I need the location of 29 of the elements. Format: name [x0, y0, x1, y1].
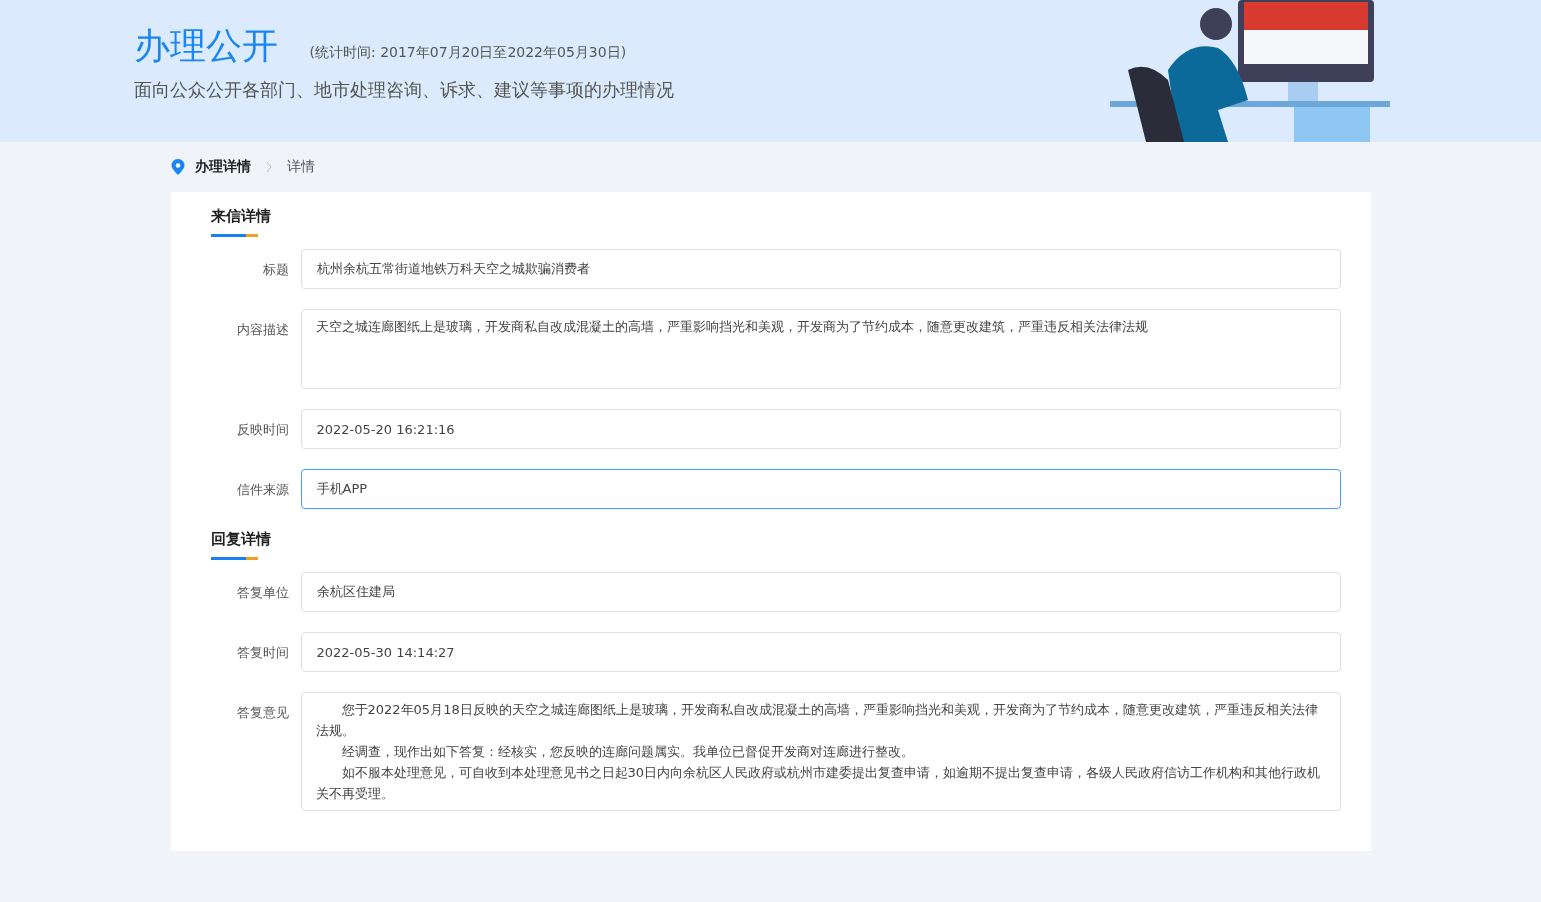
text-area[interactable] [300, 692, 1341, 811]
field-label: 答复单位 [235, 584, 290, 602]
paragraph: 如不服本处理意见，可自收到本处理意见书之日起30日内向余杭区人民政府或杭州市建委提出复查申请，如逾期不提出复查申请，各级人民政府信访工作机构和其他行政机关不再受理。 [315, 764, 1322, 803]
breadcrumb-item[interactable]: 办理详情 [194, 158, 251, 176]
section-underline [210, 234, 258, 237]
field-label: 答复意见 [235, 704, 290, 722]
text-field[interactable]: 手机APP [300, 469, 1341, 509]
field-label: 反映时间 [235, 421, 290, 439]
page-title: 办理公开 [133, 24, 278, 68]
page-subtitle: 面向公众公开各部门、地市处理咨询、诉求、建议等事项的办理情况 [133, 78, 674, 102]
text-field[interactable]: 杭州余杭五常街道地铁万科天空之城欺骗消费者 [300, 249, 1341, 289]
chevron-right-icon [264, 161, 273, 173]
text-area[interactable]: 天空之城连廊图纸上是玻璃，开发商私自改成混凝土的高墙，严重影响挡光和美观，开发商为了节约成本，随意更改建筑，严重违反相关法律法规 [300, 309, 1341, 389]
breadcrumb-item[interactable]: 详情 [286, 158, 315, 176]
section-underline [210, 557, 258, 560]
location-pin-icon [170, 159, 185, 175]
field-label: 内容描述 [235, 321, 290, 339]
paragraph: 您于2022年05月18日反映的天空之城连廊图纸上是玻璃，开发商私自改成混凝土的高墙，严重影响挡光和美观，开发商为了节约成本，随意更改建筑，严重违反相关法律法规。 [315, 701, 1319, 740]
paragraph: 经调查，现作出如下答复：经核实，您反映的连廊问题属实。我单位已督促开发商对连廊进行整改。 [340, 743, 915, 761]
text-field[interactable]: 余杭区住建局 [300, 572, 1341, 612]
section-title: 回复详情 [210, 530, 271, 550]
field-label: 答复时间 [235, 644, 290, 662]
statistics-period: (统计时间: 2017年07月20日至2022年05月30日) [309, 44, 627, 62]
section-title: 来信详情 [210, 207, 271, 227]
text-field[interactable]: 2022-05-30 14:14:27 [300, 632, 1341, 672]
field-label: 信件来源 [235, 481, 290, 499]
field-label: 标题 [261, 261, 290, 279]
text-field[interactable]: 2022-05-20 16:21:16 [300, 409, 1341, 449]
paragraph: 天空之城连廊图纸上是玻璃，开发商私自改成混凝土的高墙，严重影响挡光和美观，开发商为了节约成本，随意更改建筑，严重违反相关法律法规 [315, 318, 1149, 336]
